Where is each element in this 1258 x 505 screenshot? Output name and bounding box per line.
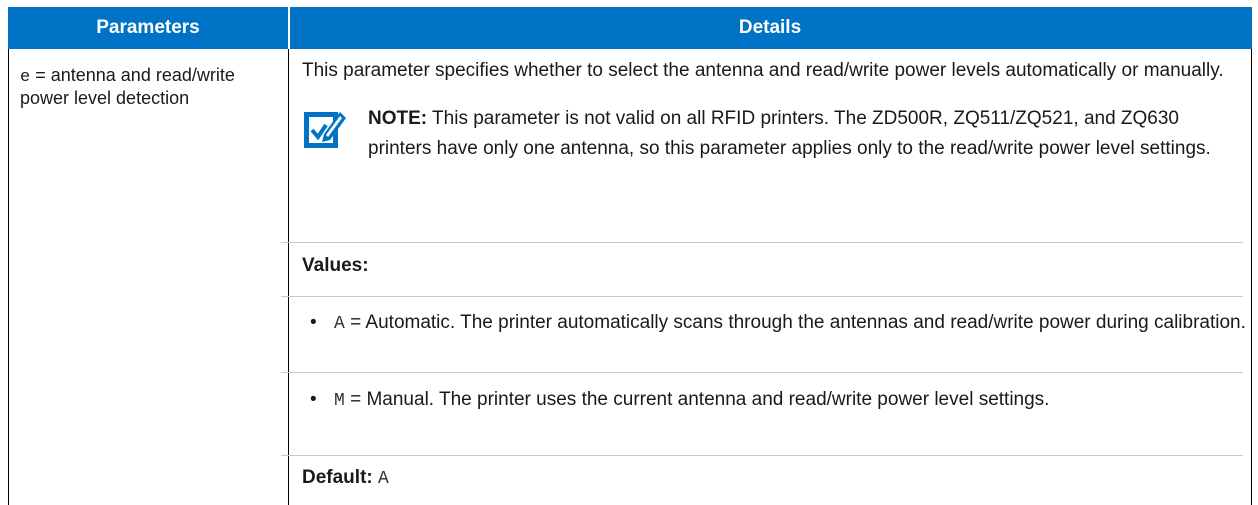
bullet-dot: • [310, 389, 317, 410]
parameter-cell: e = antenna and read/write power level d… [20, 65, 280, 108]
note-pencil-icon [304, 112, 346, 148]
column-divider [288, 49, 289, 505]
row-divider [281, 372, 1243, 373]
default-row: Default: A [302, 463, 1232, 494]
list-item: • M = Manual. The printer uses the curre… [302, 385, 1258, 416]
table-header: Parameters Details [8, 7, 1252, 49]
table-border-left [8, 49, 9, 505]
table-border-right [1251, 49, 1252, 505]
header-parameters: Parameters [96, 17, 200, 38]
row-divider [281, 296, 1243, 297]
value-description: = Manual. The printer uses the current a… [350, 389, 1050, 410]
bullet-dot: • [310, 312, 317, 333]
list-item: • A = Automatic. The printer automatical… [302, 308, 1258, 339]
value-code: M [334, 391, 345, 411]
parameter-description: = antenna and read/write power level det… [20, 65, 235, 108]
row-divider [281, 242, 1243, 243]
note-body: This parameter is not valid on all RFID … [368, 108, 1211, 159]
value-description: = Automatic. The printer automatically s… [350, 312, 1246, 333]
note-label: NOTE: [368, 108, 428, 129]
default-value: A [378, 469, 389, 489]
default-label: Default: [302, 467, 373, 488]
note-text: NOTE: This parameter is not valid on all… [368, 104, 1232, 164]
row-divider [281, 455, 1243, 456]
intro-text: This parameter specifies whether to sele… [302, 60, 1224, 81]
details-cell: This parameter specifies whether to sele… [302, 56, 1232, 164]
parameter-code: e [20, 68, 31, 87]
value-code: A [334, 314, 345, 334]
header-details: Details [738, 17, 802, 38]
values-label: Values: [302, 255, 369, 276]
note-block: NOTE: This parameter is not valid on all… [302, 104, 1232, 164]
